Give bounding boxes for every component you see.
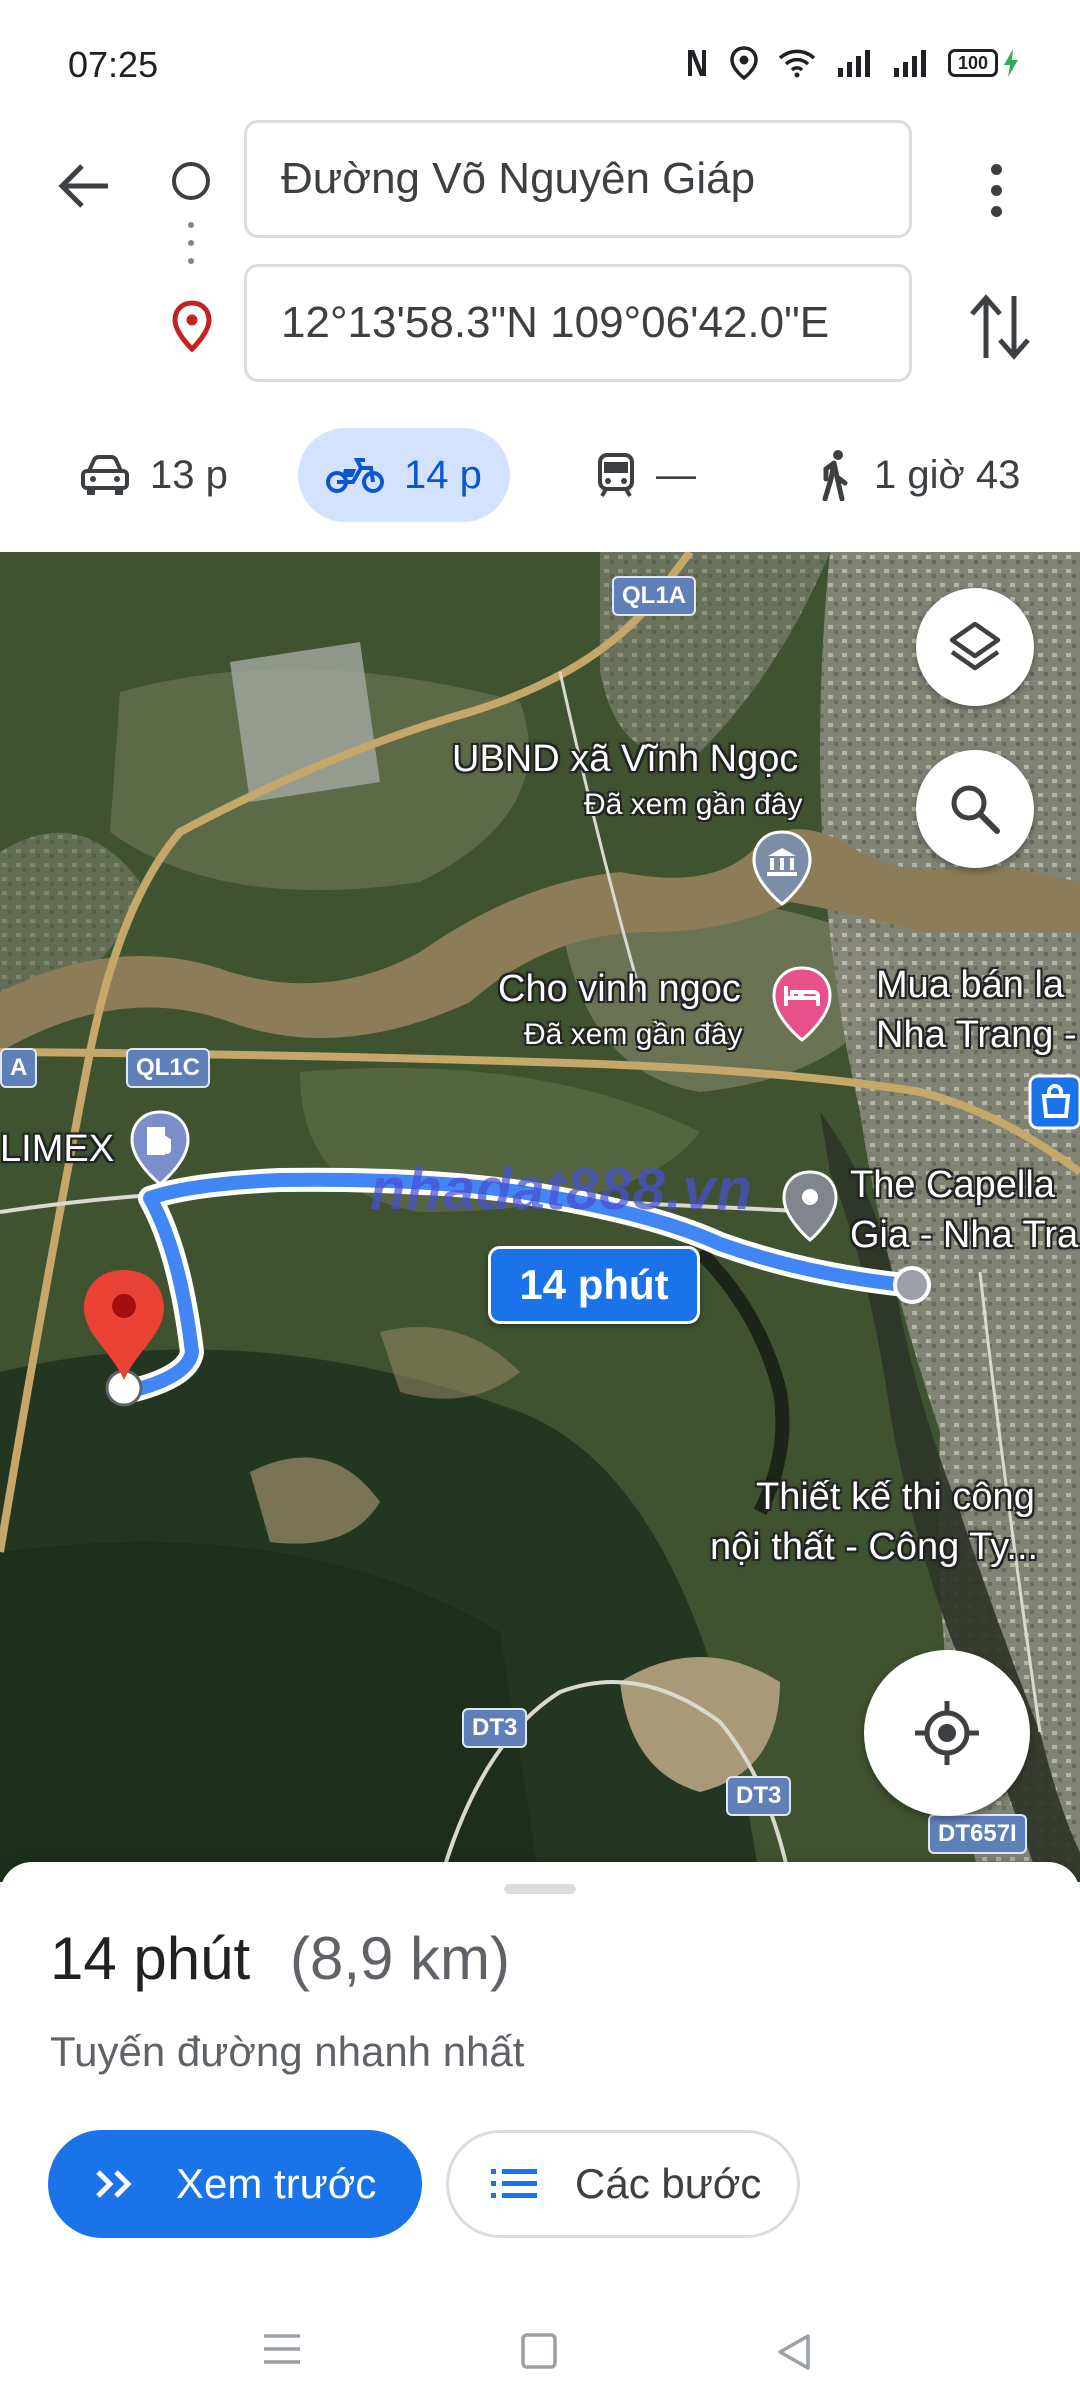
mode-car[interactable]: 13 p xyxy=(52,428,256,522)
origin-circle-icon xyxy=(172,162,210,200)
my-location-icon xyxy=(915,1701,979,1765)
status-bar: 07:25 100 xyxy=(0,0,1080,120)
route-duration-badge[interactable]: 14 phút xyxy=(488,1246,700,1324)
double-chevron-icon xyxy=(96,2170,132,2198)
preview-button-label: Xem trước xyxy=(176,2160,377,2207)
road-shield-dt657i: DT657I xyxy=(928,1814,1027,1854)
gas-station-pin-icon[interactable] xyxy=(128,1110,192,1186)
mode-motorbike[interactable]: 14 p xyxy=(298,428,510,522)
my-location-button[interactable] xyxy=(864,1650,1030,1816)
location-icon xyxy=(730,46,758,80)
place-mua-ban-label[interactable]: Mua bán la xyxy=(876,964,1064,1008)
destination-field[interactable]: 12°13'58.3"N 109°06'42.0"E xyxy=(244,264,912,382)
place-cho-note: Đã xem gần đây xyxy=(524,1018,743,1051)
signal-icon xyxy=(894,50,926,77)
list-icon xyxy=(491,2169,537,2198)
charging-icon xyxy=(1004,49,1018,77)
status-icons: 100 xyxy=(684,46,1020,80)
watermark: nhadat888.vn xyxy=(370,1157,753,1222)
preview-button[interactable]: Xem trước xyxy=(48,2130,422,2238)
system-nav-bar xyxy=(0,2302,1080,2392)
steps-button-label: Các bước xyxy=(575,2160,762,2207)
back-button[interactable] xyxy=(48,150,120,222)
destination-pin-icon xyxy=(172,300,212,352)
route-summary-sheet: 14 phút (8,9 km) Tuyến đường nhanh nhất … xyxy=(0,1862,1080,2400)
hotel-pin-icon[interactable] xyxy=(770,966,834,1042)
search-icon xyxy=(951,785,1000,834)
road-shield-ql1a: QL1A xyxy=(612,576,697,616)
place-cho-label[interactable]: Cho vinh ngoc xyxy=(498,968,741,1012)
route-distance: (8,9 km) xyxy=(290,1925,511,1992)
home-nav-button[interactable] xyxy=(520,2332,558,2375)
mode-transit[interactable]: — xyxy=(568,428,724,522)
steps-button[interactable]: Các bước xyxy=(446,2130,800,2238)
road-shield-dt3: DT3 xyxy=(462,1708,528,1748)
nfc-icon xyxy=(688,50,706,76)
back-triangle-icon xyxy=(778,2334,810,2370)
place-thiet-ke-label[interactable]: Thiết kế thi công xyxy=(756,1476,1035,1520)
layers-icon xyxy=(949,621,1001,671)
place-ubnd-label[interactable]: UBND xã Vĩnh Ngọc xyxy=(452,738,798,782)
battery-level: 100 xyxy=(948,49,998,77)
menu-icon xyxy=(264,2334,300,2364)
place-ubnd-note: Đã xem gần đây xyxy=(584,788,803,821)
mode-walk[interactable]: 1 giờ 43 xyxy=(786,428,1048,522)
road-shield-dt3-2: DT3 xyxy=(726,1776,792,1816)
swap-icon[interactable] xyxy=(964,286,1036,366)
signal-icon xyxy=(838,50,870,77)
route-description: Tuyến đường nhanh nhất xyxy=(50,2028,525,2075)
place-capella-line2: Gia - Nha Tra xyxy=(850,1214,1079,1256)
car-icon xyxy=(81,455,129,495)
menu-nav-button[interactable] xyxy=(262,2332,302,2371)
more-options-button[interactable] xyxy=(966,150,1026,230)
mode-walk-label: 1 giờ 43 xyxy=(874,452,1021,497)
transit-icon xyxy=(598,453,634,497)
battery-icon: 100 xyxy=(948,48,1020,78)
search-button[interactable] xyxy=(916,750,1034,868)
status-time: 07:25 xyxy=(68,44,159,85)
route-duration: 14 phút xyxy=(50,1925,251,1992)
place-capella-label[interactable]: The Capella xyxy=(850,1164,1055,1208)
map-view[interactable]: QL1A QL1C A DT3 DT3 DT657I UBND xã Vĩnh … xyxy=(0,552,1080,1882)
travel-modes: 13 p 14 p — 1 giờ 43 xyxy=(0,418,1080,522)
motorbike-icon xyxy=(326,458,384,493)
road-shield-a: A xyxy=(0,1048,38,1088)
place-limex-label[interactable]: LIMEX xyxy=(0,1128,114,1172)
layers-button[interactable] xyxy=(916,588,1034,706)
mode-transit-label: — xyxy=(656,452,696,497)
government-pin-icon[interactable] xyxy=(750,830,814,906)
arrow-back-icon xyxy=(58,164,108,208)
mode-motorbike-label: 14 p xyxy=(404,452,482,497)
sheet-drag-handle[interactable] xyxy=(504,1884,576,1894)
walk-icon xyxy=(822,450,848,501)
back-nav-button[interactable] xyxy=(774,2332,814,2377)
road-shield-ql1c: QL1C xyxy=(126,1048,211,1088)
home-square-icon xyxy=(521,2333,557,2369)
place-pin-icon[interactable] xyxy=(780,1170,840,1242)
route-dots-icon xyxy=(188,222,194,278)
wifi-icon xyxy=(778,49,816,78)
origin-field[interactable]: Đường Võ Nguyên Giáp xyxy=(244,120,912,238)
shopping-pin-icon[interactable] xyxy=(1026,1072,1080,1132)
mode-car-label: 13 p xyxy=(150,452,228,497)
place-mua-ban-line2: Nha Trang - xyxy=(876,1014,1077,1056)
place-thiet-ke-line2: nội thất - Công Ty... xyxy=(710,1526,1039,1568)
directions-header: Đường Võ Nguyên Giáp 12°13'58.3"N 109°06… xyxy=(0,110,1080,530)
